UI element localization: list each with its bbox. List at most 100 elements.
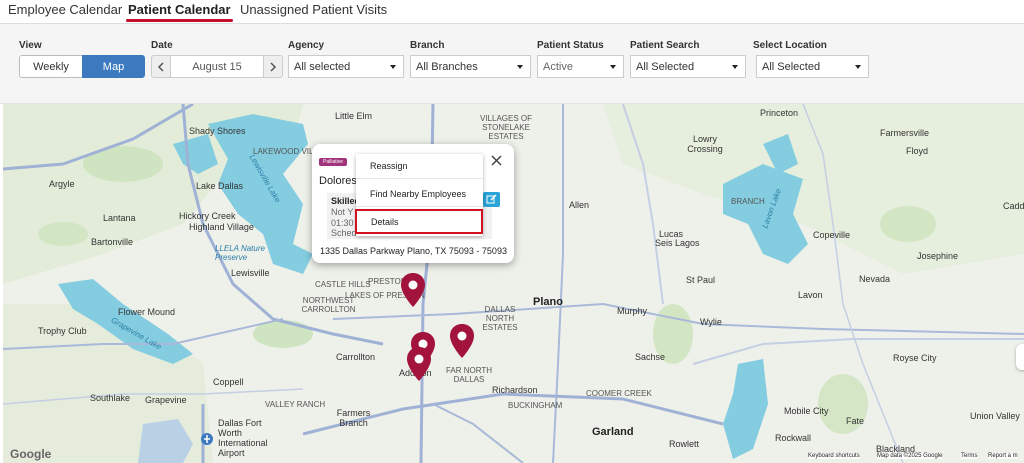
branch-label: Branch — [410, 40, 445, 51]
map-label-caddo: Caddo — [1003, 201, 1024, 211]
map-label-garland: Garland — [592, 426, 634, 438]
tab-patient-calendar[interactable]: Patient Calendar — [126, 2, 233, 22]
map-label-allen: Allen — [569, 200, 590, 210]
map-label-valley-ranch: VALLEY RANCH — [265, 400, 326, 409]
map-side-control[interactable] — [1016, 344, 1024, 370]
map-label-josephine: Josephine — [917, 251, 959, 261]
map-label-lowry-crossing: Lowry Crossing — [687, 134, 723, 154]
branch-select[interactable]: All Branches — [410, 55, 531, 78]
map-label-shady-shores: Shady Shores — [189, 126, 246, 136]
map-label-coomer-creek: COOMER CREEK — [586, 389, 652, 398]
map-label-richardson: Richardson — [492, 385, 538, 395]
map-pin-marker[interactable] — [406, 346, 432, 382]
chevron-left-icon — [157, 61, 164, 72]
agency-label: Agency — [288, 40, 325, 51]
map-label-villages-stonelake: VILLAGES OF STONELAKE ESTATES — [479, 114, 533, 141]
patient-name: Dolores — [319, 175, 357, 187]
google-logo: Google — [10, 447, 52, 461]
patient-status-label: Patient Status — [537, 40, 604, 51]
map-label-little-elm: Little Elm — [335, 111, 373, 121]
airport-icon — [201, 433, 213, 445]
map-label-rowlett: Rowlett — [669, 439, 700, 449]
map-label-buckingham: BUCKINGHAM — [508, 401, 563, 410]
map-label-murphy: Murphy — [617, 306, 648, 316]
map-label-farmersville: Farmersville — [880, 128, 930, 138]
map-data-attribution: Map data ©2025 Google — [877, 453, 943, 459]
date-label: Date — [151, 40, 173, 51]
date-next-button[interactable] — [263, 55, 283, 78]
map-label-farmers-branch: Farmers Branch — [336, 408, 371, 428]
patient-search-value: All Selected — [636, 60, 695, 73]
date-prev-button[interactable] — [151, 55, 171, 78]
map-label-flower-mound: Flower Mound — [118, 307, 176, 317]
edit-button[interactable] — [483, 192, 500, 207]
map-pin-marker[interactable] — [449, 323, 475, 359]
map-label-dfw-airport: Dallas Fort Worth International Airport — [218, 418, 268, 458]
map-label-rockwall: Rockwall — [775, 433, 812, 443]
visit-status: Not Y — [331, 207, 354, 217]
close-glyph — [491, 155, 502, 166]
branch-value: All Branches — [416, 60, 478, 73]
map-label-far-north-dallas: FAR NORTH DALLAS — [445, 366, 493, 384]
map-label-union-valley: Union Valley — [970, 411, 1020, 421]
keyboard-shortcuts-link[interactable]: Keyboard shortcuts — [808, 453, 860, 459]
map-label-lavon: Lavon — [798, 290, 823, 300]
map-label-branch: BRANCH — [731, 197, 765, 206]
map-label-lewisville: Lewisville — [231, 268, 270, 278]
chevron-right-icon — [270, 61, 277, 72]
map-label-princeton: Princeton — [760, 108, 799, 118]
tab-employee-calendar[interactable]: Employee Calendar — [8, 2, 122, 17]
patient-search-select[interactable]: All Selected — [630, 55, 746, 78]
map-label-floyd: Floyd — [906, 146, 929, 156]
map-label-st-paul: St Paul — [686, 275, 716, 285]
map-label-hickory-creek: Hickory Creek — [179, 211, 236, 221]
agency-select[interactable]: All selected — [288, 55, 404, 78]
visit-scheduled: Sched — [331, 228, 357, 238]
map-label-seis-lagos: Seis Lagos — [655, 238, 700, 248]
caret-down-icon — [610, 65, 616, 69]
map-label-dallas-north-estates: DALLAS NORTH ESTATES — [482, 305, 518, 332]
visit-context-menu: Reassign Find Nearby Employees Details — [355, 154, 483, 236]
edit-icon — [486, 194, 497, 204]
map-label-royse-city: Royse City — [893, 353, 937, 363]
visit-time: 01:30 — [331, 218, 354, 228]
close-icon[interactable] — [491, 153, 502, 170]
date-field[interactable]: August 15 — [170, 55, 264, 78]
map-label-lake-dallas: Lake Dallas — [196, 181, 244, 191]
map-label-sachse: Sachse — [635, 352, 666, 362]
map-label-grapevine: Grapevine — [145, 395, 187, 405]
map-button[interactable]: Map — [82, 55, 145, 78]
patient-status-select[interactable]: Active — [537, 55, 624, 78]
weekly-button[interactable]: Weekly — [19, 55, 83, 78]
map-pin-marker[interactable] — [400, 272, 426, 308]
map-label-coppell: Coppell — [213, 377, 244, 387]
menu-item-reassign[interactable]: Reassign — [356, 154, 483, 179]
map-label-llela: LLELA Nature Preserve — [215, 244, 265, 262]
map-label-argyle: Argyle — [49, 179, 75, 189]
caret-down-icon — [390, 65, 396, 69]
map-label-copeville: Copeville — [813, 230, 851, 240]
tab-unassigned-patient-visits[interactable]: Unassigned Patient Visits — [240, 2, 387, 17]
tab-bar: Employee Calendar Patient Calendar Unass… — [0, 0, 1024, 24]
agency-value: All selected — [294, 60, 351, 73]
map-label-wylie: Wylie — [700, 317, 722, 327]
map-label-carrollton: Carrollton — [336, 352, 376, 362]
map-label-trophy-club: Trophy Club — [38, 326, 87, 336]
terms-link[interactable]: Terms — [961, 453, 978, 459]
map-label-southlake: Southlake — [90, 393, 131, 403]
report-map-error-link[interactable]: Report a m — [988, 453, 1018, 459]
map-label-fate: Fate — [846, 416, 865, 426]
map-label-highland-village: Highland Village — [189, 222, 254, 232]
caret-down-icon — [517, 65, 523, 69]
map-label-mobile-city: Mobile City — [784, 406, 829, 416]
menu-item-details[interactable]: Details — [355, 209, 483, 234]
patient-search-label: Patient Search — [630, 40, 700, 51]
select-location-select[interactable]: All Selected — [756, 55, 869, 78]
palliative-badge: Palliative — [319, 158, 348, 166]
caret-down-icon — [855, 65, 861, 69]
menu-item-find-nearby-employees[interactable]: Find Nearby Employees — [356, 182, 483, 207]
filter-bar: View Weekly Map Date August 15 Agency Al… — [0, 24, 1024, 104]
patient-address: 1335 Dallas Parkway Plano, TX 75093 - 75… — [320, 246, 507, 256]
select-location-label: Select Location — [753, 40, 827, 51]
map-label-castle-hills: CASTLE HILLS — [315, 280, 371, 289]
